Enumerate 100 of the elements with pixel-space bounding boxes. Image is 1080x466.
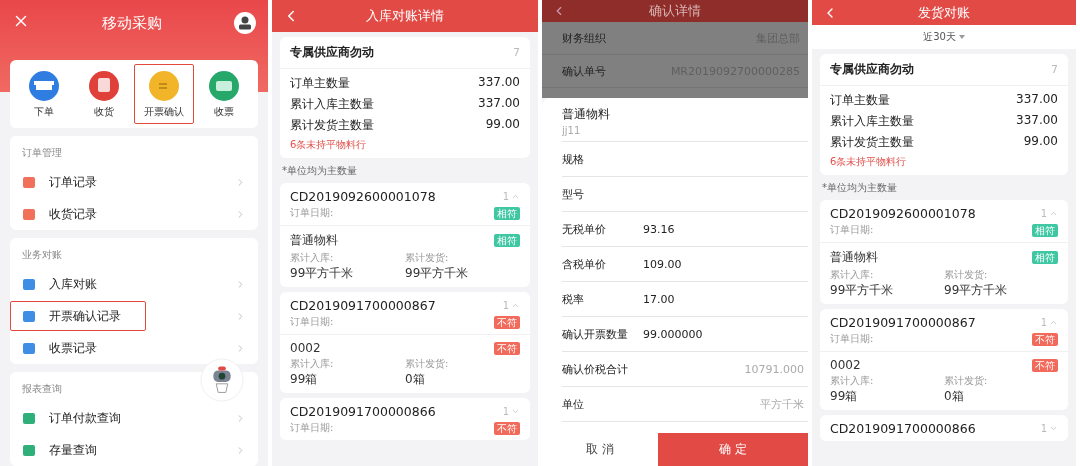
line-count: 1 [1040, 317, 1047, 328]
app-title: 移动采购 [102, 14, 162, 33]
confirm-button[interactable]: 确 定 [657, 433, 808, 466]
received-value: 99平方千米 [290, 265, 355, 282]
status-badge: 不符 [494, 421, 520, 435]
shortcut-button[interactable]: 下单 [14, 64, 74, 124]
material-name: 普通物料 [830, 249, 878, 266]
received-value: 99箱 [290, 371, 319, 388]
field-value: 10791.000 [744, 362, 804, 376]
supplier-name: 专属供应商勿动 [290, 44, 374, 61]
page-title: 确认详情 [649, 2, 701, 20]
order-number: CD2019091700000866 [290, 404, 436, 419]
line-count: 1 [502, 300, 509, 311]
unit-note: *单位均为主数量 [821, 181, 898, 195]
input-field[interactable]: 17.00 [643, 292, 675, 306]
summary-label: 累计入库主数量 [290, 96, 374, 113]
field-label: 确认开票数量 [562, 326, 629, 342]
order-number: CD2019092600001078 [290, 189, 436, 204]
summary-value: 337.00 [478, 96, 520, 112]
status-badge: 不符 [494, 341, 520, 355]
shipped-value: 99平方千米 [944, 282, 1009, 299]
shipped-value: 0箱 [405, 371, 426, 388]
line-count: 1 [502, 406, 509, 417]
shipped-label: 累计发货: [944, 374, 989, 388]
order-date-label: 订单日期: [290, 421, 334, 435]
supplier-name: 专属供应商勿动 [830, 61, 914, 78]
summary-label: 累计发货主数量 [290, 117, 374, 134]
field-label: 确认价税合计 [562, 361, 629, 377]
material-name: 普通物料 [290, 232, 338, 249]
summary-label: 累计发货主数量 [830, 134, 914, 151]
order-date-label: 订单日期: [830, 332, 874, 346]
detail-label: 确认单号 [562, 63, 606, 79]
menu-item[interactable]: 订单付款查询 [10, 403, 132, 433]
shipped-label: 累计发货: [944, 268, 989, 282]
summary-value: 99.00 [1023, 134, 1058, 150]
received-label: 累计入库: [830, 374, 875, 388]
warning-text: 6条未持平物料行 [829, 155, 908, 169]
line-count: 1 [502, 191, 509, 202]
line-count: 1 [1040, 208, 1047, 219]
input-field[interactable]: 93.16 [643, 222, 675, 236]
shortcut-button[interactable]: 收票 [194, 64, 254, 124]
menu-item[interactable]: 存量查询 [10, 435, 108, 465]
summary-value: 337.00 [478, 75, 520, 91]
menu-item[interactable]: 入库对账 [10, 269, 108, 299]
order-count: 7 [513, 46, 520, 59]
received-label: 累计入库: [290, 251, 335, 265]
field-label: 无税单价 [562, 221, 607, 237]
material-code: jj11 [562, 125, 582, 136]
order-card[interactable]: CD2019091700000866 1 订单日期: 不符 [280, 398, 530, 440]
shipped-value: 0箱 [944, 388, 965, 405]
shipped-value: 99平方千米 [405, 265, 470, 282]
summary-value: 337.00 [1016, 92, 1058, 108]
field-label: 单位 [562, 396, 585, 412]
section-title: 业务对账 [22, 248, 62, 262]
line-count: 1 [1040, 423, 1047, 434]
summary-label: 订单主数量 [830, 92, 890, 109]
material-name: 0002 [830, 358, 861, 372]
menu-item[interactable]: 收货记录 [10, 199, 108, 229]
status-badge: 相符 [494, 234, 520, 247]
menu-item[interactable]: 订单记录 [10, 167, 108, 197]
shortcut-button[interactable]: 收货 [74, 64, 134, 124]
order-number: CD2019091700000867 [830, 315, 976, 330]
order-card[interactable]: CD2019091700000867 1 订单日期: 不符 0002 不符 累计入库: 99箱 累计发货: 0箱 [820, 309, 1068, 410]
shipped-label: 累计发货: [405, 357, 450, 371]
field-label: 含税单价 [562, 256, 607, 272]
status-badge: 不符 [1032, 358, 1058, 372]
order-count: 7 [1051, 63, 1058, 76]
shortcut-button[interactable]: 开票确认 [134, 64, 194, 124]
unit-note: *单位均为主数量 [281, 164, 358, 178]
status-badge: 相符 [494, 206, 520, 220]
date-filter[interactable]: 近30天 [812, 25, 1076, 49]
menu-item[interactable]: 开票确认记录 [10, 301, 146, 331]
sheet-title: 普通物料 [562, 106, 611, 123]
summary-value: 337.00 [1016, 113, 1058, 129]
field-label: 规格 [562, 151, 585, 167]
order-card[interactable]: CD2019092600001078 1 订单日期: 相符 普通物料 相符 累计入库: 99平方千米 累计发货: 99平方千米 [820, 200, 1068, 304]
field-value: 平方千米 [760, 396, 804, 412]
input-field[interactable]: 99.000000 [643, 327, 703, 341]
shipped-label: 累计发货: [405, 251, 450, 265]
section-title: 报表查询 [22, 382, 62, 396]
received-label: 累计入库: [830, 268, 875, 282]
summary-value: 99.00 [485, 117, 520, 133]
status-badge: 相符 [1032, 251, 1058, 264]
order-card[interactable]: CD2019091700000866 1 [820, 415, 1068, 441]
order-card[interactable]: CD2019092600001078 1 订单日期: 相符 普通物料 相符 累计入库: 99平方千米 累计发货: 99平方千米 [280, 183, 530, 287]
order-date-label: 订单日期: [290, 206, 334, 220]
received-value: 99平方千米 [830, 282, 895, 299]
menu-item[interactable]: 收票记录 [10, 333, 108, 363]
summary-label: 订单主数量 [290, 75, 350, 92]
order-date-label: 订单日期: [830, 223, 874, 237]
order-number: CD2019091700000866 [830, 421, 976, 436]
summary-label: 累计入库主数量 [830, 113, 914, 130]
material-name: 0002 [290, 341, 321, 355]
order-card[interactable]: CD2019091700000867 1 订单日期: 不符 0002 不符 累计入库: 99箱 累计发货: 0箱 [280, 292, 530, 393]
warning-text: 6条未持平物料行 [289, 138, 368, 152]
order-number: CD2019091700000867 [290, 298, 436, 313]
order-date-label: 订单日期: [290, 315, 334, 329]
input-field[interactable]: 109.00 [643, 257, 682, 271]
status-badge: 不符 [1032, 332, 1058, 346]
received-value: 99箱 [830, 388, 859, 405]
